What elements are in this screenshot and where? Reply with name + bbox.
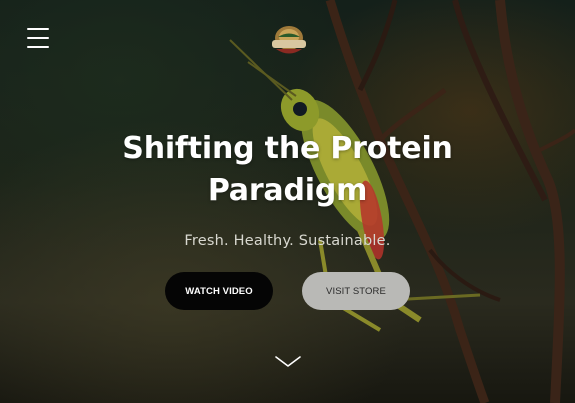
hamburger-menu-icon-line: [27, 46, 49, 48]
hero-headline: Shifting the Protein Paradigm: [0, 128, 575, 212]
hero-tagline: Fresh. Healthy. Sustainable.: [184, 233, 391, 249]
menu-button[interactable]: [27, 28, 49, 50]
hamburger-menu-icon: [27, 28, 49, 30]
brand-logo[interactable]: [266, 22, 312, 62]
chevron-down-icon[interactable]: [274, 354, 302, 370]
visit-store-button[interactable]: VISIT STORE: [302, 272, 410, 310]
headline-line-1: Shifting the Protein: [122, 131, 453, 166]
hero-section: Shifting the Protein Paradigm Fresh. Hea…: [0, 0, 575, 403]
headline-line-2: Paradigm: [207, 173, 368, 208]
hamburger-menu-icon-line: [27, 37, 49, 39]
watch-video-button[interactable]: WATCH VIDEO: [165, 272, 273, 310]
